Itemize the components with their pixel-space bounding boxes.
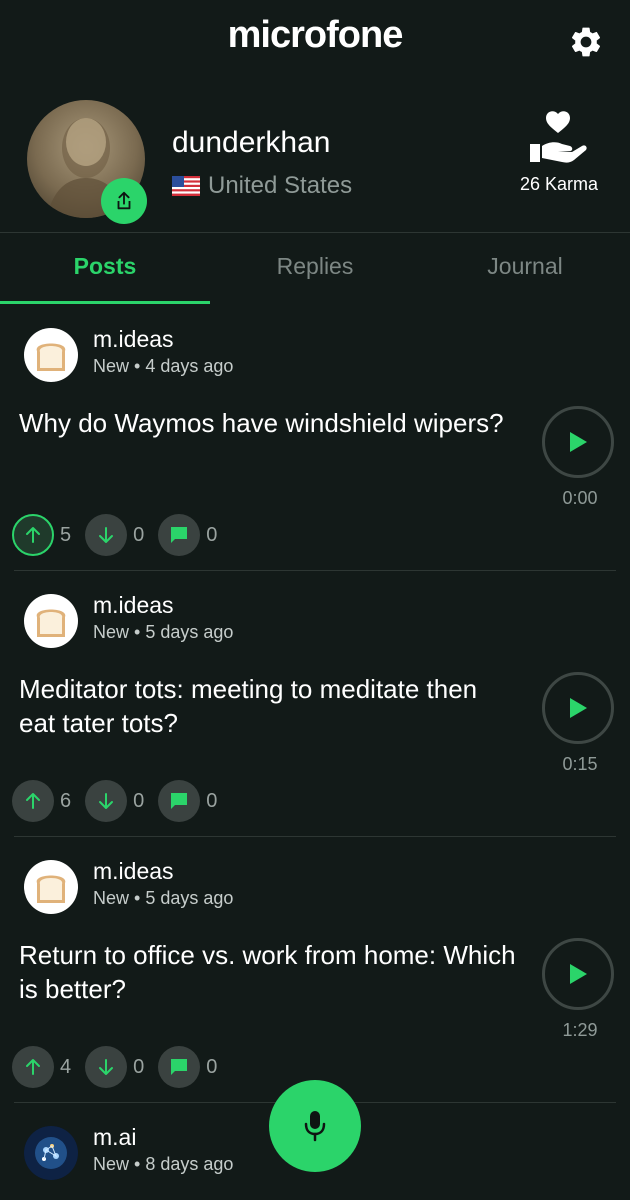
post-card[interactable]: m.ideas New • 5 days ago Meditator tots:…: [0, 584, 630, 850]
play-button[interactable]: [542, 406, 614, 478]
tab-replies[interactable]: Replies: [210, 253, 420, 280]
comment-button[interactable]: [158, 1046, 201, 1088]
play-button[interactable]: [542, 938, 614, 1010]
downvote-count: 0: [133, 1055, 145, 1078]
post-author[interactable]: m.ai: [93, 1124, 136, 1151]
upvote-button[interactable]: [12, 1046, 54, 1088]
arrow-up-icon: [26, 527, 40, 543]
arrow-up-icon: [26, 1059, 40, 1075]
play-button[interactable]: [542, 672, 614, 744]
share-icon: [117, 191, 131, 210]
gear-icon: [571, 27, 601, 57]
brain-network-icon: [24, 1126, 78, 1180]
post-meta: New • 5 days ago: [93, 888, 234, 908]
bread-icon: [36, 609, 66, 637]
active-tab-indicator: [0, 301, 210, 304]
downvote-button[interactable]: [85, 514, 128, 556]
microphone-icon: [304, 1111, 326, 1142]
profile-username: dunderkhan: [172, 126, 331, 159]
bread-icon: [36, 343, 66, 371]
top-bar: microfone: [0, 0, 630, 80]
karma-count: 26 Karma: [519, 174, 599, 194]
profile-tabs: Posts Replies Journal: [0, 233, 630, 305]
post-card[interactable]: m.ideas New • 5 days ago Return to offic…: [0, 850, 630, 1116]
play-icon: [570, 698, 587, 718]
post-author-avatar[interactable]: [24, 860, 78, 914]
play-icon: [570, 432, 587, 452]
settings-button[interactable]: [566, 22, 606, 62]
post-divider: [14, 570, 616, 571]
upvote-count: 4: [60, 1055, 72, 1078]
downvote-button[interactable]: [85, 1046, 128, 1088]
post-meta: New • 5 days ago: [93, 622, 234, 642]
app-logo: microfone: [227, 14, 404, 56]
us-flag-icon: [172, 176, 200, 196]
upvote-count: 6: [60, 789, 72, 812]
arrow-up-icon: [26, 793, 40, 809]
post-actions: 5 0 0: [12, 514, 231, 556]
audio-duration: 0:15: [562, 754, 598, 774]
post-title[interactable]: Why do Waymos have windshield wipers?: [19, 406, 519, 440]
post-actions: 4 0 0: [12, 1046, 231, 1088]
arrow-down-icon: [99, 1059, 114, 1075]
post-title[interactable]: Return to office vs. work from home: Whi…: [19, 938, 519, 1006]
downvote-count: 0: [133, 523, 145, 546]
comment-button[interactable]: [158, 780, 201, 822]
bread-icon: [36, 875, 66, 903]
arrow-down-icon: [99, 527, 114, 543]
audio-duration: 0:00: [562, 488, 598, 508]
record-button[interactable]: [269, 1080, 361, 1172]
post-card[interactable]: m.ideas New • 4 days ago Why do Waymos h…: [0, 318, 630, 584]
post-author-avatar[interactable]: [24, 1126, 78, 1180]
comment-icon: [171, 527, 188, 543]
profile-country: United States: [172, 172, 352, 200]
post-title[interactable]: Meditator tots: meeting to meditate then…: [19, 672, 519, 740]
play-icon: [570, 964, 587, 984]
comment-count: 0: [206, 1055, 218, 1078]
post-meta: New • 8 days ago: [93, 1154, 234, 1174]
upvote-button[interactable]: [12, 514, 54, 556]
post-author[interactable]: m.ideas: [93, 858, 174, 885]
post-author-avatar[interactable]: [24, 328, 78, 382]
tab-journal[interactable]: Journal: [420, 253, 630, 280]
tab-posts[interactable]: Posts: [0, 253, 210, 280]
comment-icon: [171, 793, 188, 809]
share-profile-button[interactable]: [101, 178, 147, 224]
comment-count: 0: [206, 523, 218, 546]
post-author[interactable]: m.ideas: [93, 592, 174, 619]
post-author-avatar[interactable]: [24, 594, 78, 648]
heart-hand-icon: [530, 111, 587, 163]
profile-header: dunderkhan United States 26 Karma: [0, 90, 630, 230]
arrow-down-icon: [99, 793, 114, 809]
downvote-button[interactable]: [85, 780, 128, 822]
post-meta: New • 4 days ago: [93, 356, 234, 376]
post-actions: 6 0 0: [12, 780, 231, 822]
comment-icon: [171, 1059, 188, 1075]
post-author[interactable]: m.ideas: [93, 326, 174, 353]
upvote-button[interactable]: [12, 780, 54, 822]
profile-country-label: United States: [208, 172, 353, 199]
audio-duration: 1:29: [562, 1020, 598, 1040]
comment-button[interactable]: [158, 514, 201, 556]
downvote-count: 0: [133, 789, 145, 812]
post-divider: [14, 836, 616, 837]
upvote-count: 5: [60, 523, 72, 546]
comment-count: 0: [206, 789, 218, 812]
